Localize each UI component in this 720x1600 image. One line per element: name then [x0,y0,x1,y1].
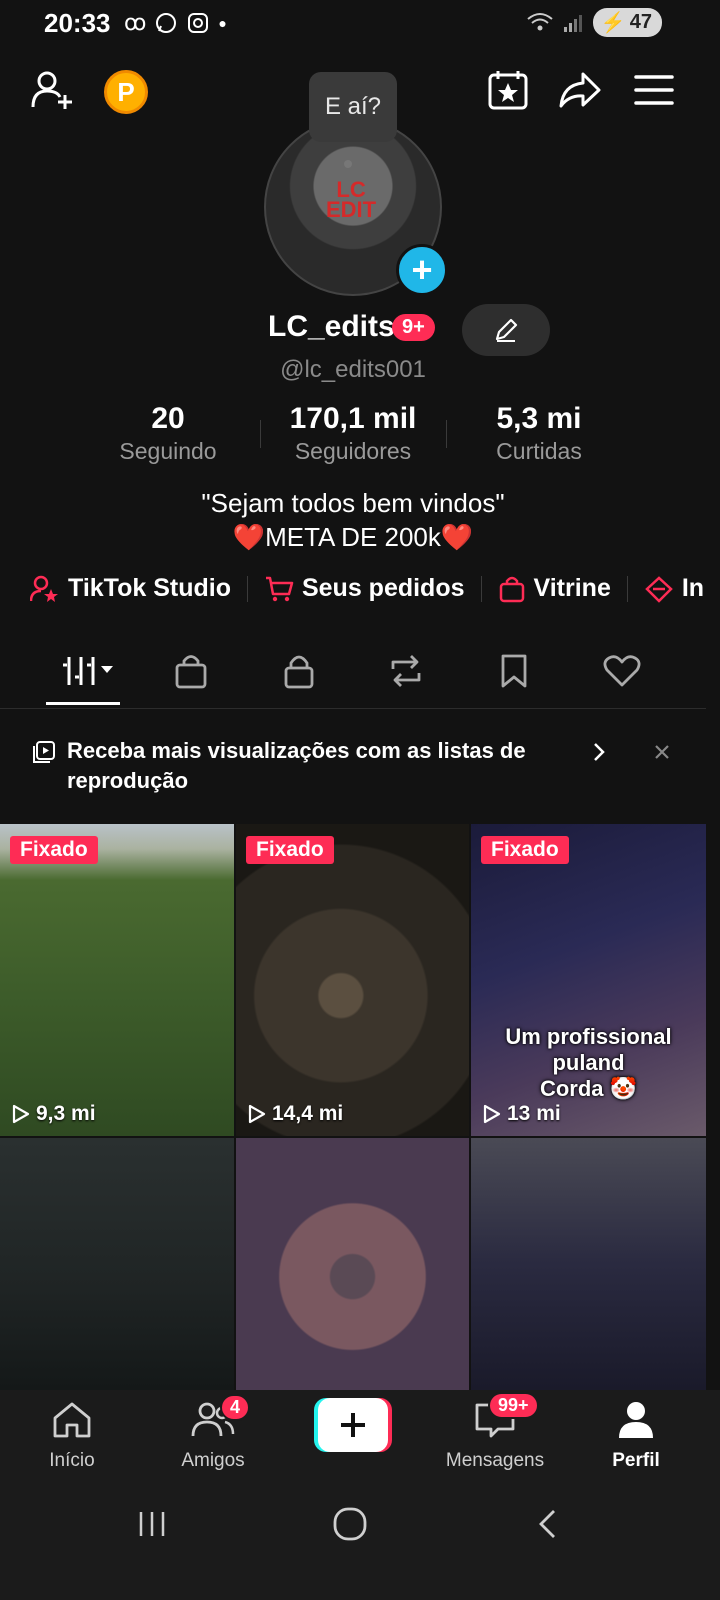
tab-private[interactable] [264,644,334,698]
edit-profile-button[interactable] [462,304,550,356]
play-icon [12,1104,30,1124]
tab-shop[interactable] [156,644,226,698]
play-icon [483,1104,501,1124]
video-caption: Um profissional puland Corda 🤡 [505,1024,672,1101]
bag-icon [175,655,207,689]
dot-icon: ● [218,15,227,31]
showcase-link[interactable]: Vitrine [498,574,611,603]
chevron-right-icon[interactable] [592,742,606,762]
divider [446,420,447,448]
profile-name: LC_edits [268,310,395,343]
recent-apps-icon[interactable] [136,1508,168,1540]
grid-icon [63,657,113,685]
banner-text: Receba mais visualizações com as listas … [67,738,526,793]
cart-icon [265,576,294,601]
video-thumbnail[interactable]: Fixado 9,3 mi [0,824,234,1136]
status-notification-icons: ꝏ ● [124,10,227,36]
nav-friends[interactable]: Amigos [153,1400,273,1472]
system-navigation [0,1486,720,1600]
pencil-icon [495,318,518,342]
profile-bio: "Sejam todos bem vindos" ❤️META DE 200k❤… [201,488,505,552]
video-thumbnail[interactable] [0,1138,234,1390]
stat-following[interactable]: 20 Seguindo [78,402,258,465]
video-thumbnail[interactable]: Fixado 14,4 mi [236,824,469,1136]
battery-icon: ⚡ [600,12,626,34]
close-icon[interactable] [654,744,670,760]
tab-reposts[interactable] [371,644,441,698]
whatsapp-icon [156,13,177,33]
profile-handle: @lc_edits001 [280,356,426,383]
bookmark-icon [501,654,527,688]
calendar-star-icon[interactable] [484,66,532,114]
voicemail-icon: ꝏ [124,10,147,35]
battery-indicator: ⚡ 47 [592,8,662,37]
nav-profile[interactable]: Perfil [576,1400,696,1472]
profile-links: TikTok Studio Seus pedidos Vitrine In [30,574,704,603]
notification-badge[interactable]: 9+ [392,314,435,341]
video-thumbnail[interactable] [471,1138,706,1390]
tooltip-pointer [344,160,352,168]
wifi-icon [527,12,553,30]
coin-icon[interactable]: P [104,70,148,114]
tab-videos[interactable] [54,644,124,698]
stat-likes[interactable]: 5,3 mi Curtidas [449,402,629,465]
tab-active-indicator [46,702,120,705]
add-avatar-button[interactable]: + [396,244,448,296]
profile-icon [619,1402,653,1438]
heart-icon [603,655,641,687]
divider [626,575,628,602]
gift-icon [645,575,673,603]
playlist-icon [33,741,55,763]
tab-saved[interactable] [479,644,549,698]
person-star-icon [30,575,58,602]
view-count: 13 mi [483,1102,561,1126]
share-icon[interactable] [556,66,604,114]
more-link[interactable]: In [644,574,704,603]
video-thumbnail[interactable] [236,1138,469,1390]
pinned-badge: Fixado [481,836,569,864]
tiktok-studio-link[interactable]: TikTok Studio [30,574,231,603]
messages-badge: 99+ [488,1392,539,1419]
video-thumbnail[interactable]: Fixado Um profissional puland Corda 🤡 13… [471,824,706,1136]
repost-icon [391,655,421,687]
view-count: 9,3 mi [12,1102,96,1126]
avatar-logo: LC EDIT [326,177,377,222]
create-button[interactable] [314,1398,392,1452]
signal-icon [563,14,582,32]
add-friend-icon[interactable] [28,66,76,114]
pinned-badge: Fixado [10,836,98,864]
view-count: 14,4 mi [248,1102,343,1126]
play-icon [248,1104,266,1124]
instagram-icon [188,13,209,33]
bag-icon [499,576,524,602]
tooltip-bubble[interactable]: E aí? [309,72,397,142]
status-system-icons: ⚡ 47 [527,8,662,37]
lock-icon [284,655,314,689]
back-icon[interactable] [534,1508,562,1540]
status-time: 20:33 [44,8,111,38]
divider [260,420,261,448]
home-button-icon[interactable] [332,1506,368,1542]
stat-followers[interactable]: 170,1 mil Seguidores [263,402,443,465]
orders-link[interactable]: Seus pedidos [264,574,465,603]
divider [246,575,248,602]
home-icon [53,1402,91,1438]
friends-badge: 4 [220,1394,251,1421]
menu-icon[interactable] [630,66,678,114]
pinned-badge: Fixado [246,836,334,864]
tab-liked[interactable] [587,644,657,698]
divider [480,575,482,602]
nav-home[interactable]: Início [12,1400,132,1472]
